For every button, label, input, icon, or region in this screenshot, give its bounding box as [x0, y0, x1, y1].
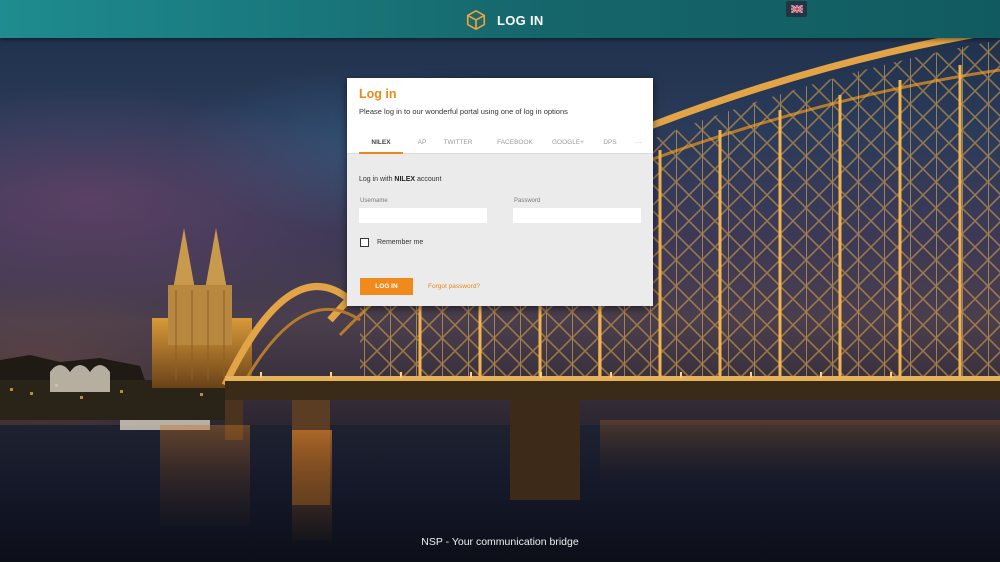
- remember-me-checkbox[interactable]: [360, 238, 369, 247]
- login-card-header: Log in Please log in to our wonderful po…: [347, 78, 653, 154]
- forgot-password-link[interactable]: Forgot password?: [428, 283, 480, 290]
- username-input[interactable]: [359, 208, 487, 223]
- page-title: LOG IN: [497, 12, 544, 28]
- brand: LOG IN: [465, 9, 544, 31]
- uk-flag-icon: [790, 5, 803, 13]
- tab-nilex[interactable]: NILEX: [359, 138, 403, 154]
- account-suffix: account: [417, 176, 442, 183]
- login-card-title: Log in: [359, 87, 397, 101]
- account-prefix: Log in with: [359, 176, 393, 183]
- tab-dps[interactable]: DPS: [600, 138, 620, 152]
- account-line: Log in with NILEX account: [359, 176, 442, 183]
- account-name: NILEX: [394, 176, 416, 183]
- login-card: Log in Please log in to our wonderful po…: [347, 78, 653, 306]
- password-input[interactable]: [513, 208, 641, 223]
- password-label: Password: [514, 198, 541, 204]
- tab-twitter[interactable]: TWITTER: [439, 138, 477, 152]
- language-selector-button[interactable]: [786, 1, 807, 17]
- login-button[interactable]: LOG IN: [360, 278, 413, 295]
- remember-me-label[interactable]: Remember me: [377, 239, 423, 246]
- tab-facebook[interactable]: FACEBOOK: [494, 138, 536, 152]
- tab-google-plus[interactable]: GOOGLE+: [549, 138, 587, 152]
- remember-me-row: Remember me: [360, 238, 423, 247]
- tab-more-options[interactable]: ···: [630, 138, 646, 152]
- username-label: Username: [360, 198, 388, 204]
- footer-tagline: NSP - Your communication bridge: [421, 536, 579, 548]
- top-bar: LOG IN: [0, 0, 1000, 38]
- login-card-subtitle: Please log in to our wonderful portal us…: [359, 107, 568, 116]
- tab-ap[interactable]: AP: [413, 138, 431, 152]
- cube-icon: [466, 10, 486, 30]
- login-method-tabs: NILEX AP TWITTER FACEBOOK GOOGLE+ DPS ··…: [347, 136, 653, 154]
